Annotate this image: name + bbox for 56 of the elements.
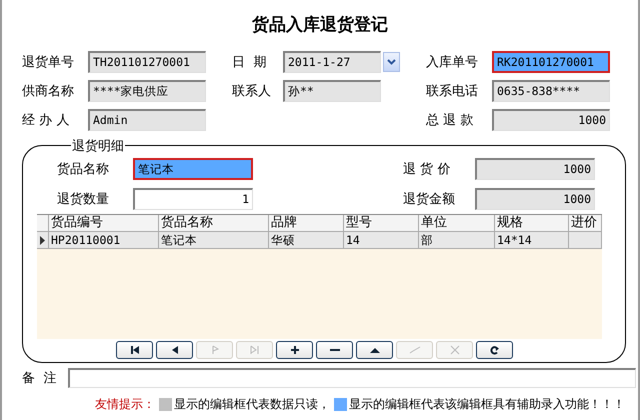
hint-text: 显示的编辑框代表该编辑框具有辅助录入功能！！！ — [349, 396, 625, 413]
group-title: 退货明细 — [71, 137, 125, 155]
input-field[interactable]: 孙** — [283, 80, 381, 102]
column-header[interactable]: 单位 — [419, 215, 495, 231]
edit-button[interactable] — [356, 341, 393, 359]
first-button[interactable] — [116, 341, 153, 359]
delete-button[interactable] — [316, 341, 353, 359]
input-field[interactable]: 2011-1-27 — [283, 51, 381, 73]
column-header[interactable]: 型号 — [344, 215, 419, 231]
field-label: 供商名称 — [22, 83, 75, 100]
remark-field[interactable] — [68, 368, 636, 388]
column-header[interactable]: 规格 — [495, 215, 569, 231]
field-label: 退 货 价 — [403, 161, 452, 178]
input-field[interactable]: Admin — [88, 109, 206, 131]
input-field[interactable]: TH201101270001 — [88, 51, 206, 73]
hint-text: 显示的编辑框代表数据只读， — [174, 396, 330, 413]
table-cell: 14 — [344, 232, 419, 248]
input-field[interactable]: RK201101270001 — [492, 51, 610, 73]
field-label: 总 退 款 — [426, 112, 474, 129]
insert-button[interactable] — [276, 341, 313, 359]
column-header[interactable]: 货品编号 — [49, 215, 159, 231]
input-field[interactable]: 1000 — [475, 188, 595, 210]
refresh-button[interactable] — [476, 341, 513, 359]
field-label: 经 办 人 — [22, 112, 70, 129]
dropdown-button[interactable] — [383, 52, 400, 72]
input-field[interactable]: 1000 — [492, 109, 610, 131]
input-field[interactable]: 0635-838**** — [492, 80, 610, 102]
prior-button[interactable] — [156, 341, 193, 359]
refresh-icon — [488, 345, 502, 355]
input-field[interactable]: 1000 — [475, 158, 595, 180]
cross-icon — [448, 345, 462, 355]
field-label: 退货单号 — [22, 54, 75, 71]
column-header[interactable]: 货品名称 — [159, 215, 269, 231]
table-cell: 华硕 — [269, 232, 344, 248]
table-cell: 部 — [419, 232, 495, 248]
input-field[interactable]: 1 — [133, 188, 253, 210]
field-label: 入库单号 — [426, 54, 479, 71]
skip-end-icon — [248, 345, 262, 355]
field-label: 货品名称 — [57, 161, 110, 178]
window-title: 货品入库退货登记 — [251, 14, 389, 37]
table-cell: 笔记本 — [159, 232, 269, 248]
input-field[interactable]: ****家电供应 — [88, 80, 206, 102]
field-label: 备 注 — [22, 370, 58, 387]
column-header[interactable]: 进价 — [569, 215, 602, 231]
up-triangle-icon — [368, 345, 382, 355]
column-header[interactable]: 品牌 — [269, 215, 344, 231]
field-label: 联系人 — [232, 83, 272, 100]
table-cell: HP20110001 — [49, 232, 159, 248]
chevron-icon — [387, 59, 396, 65]
field-label: 联系电话 — [426, 83, 479, 100]
field-label: 日 期 — [232, 54, 268, 71]
field-label: 退货金额 — [403, 191, 456, 208]
field-label: 退货数量 — [57, 191, 110, 208]
input-field[interactable]: 笔记本 — [133, 158, 253, 180]
hint-title: 友情提示： — [95, 396, 155, 413]
table-cell: 14*14 — [495, 232, 569, 248]
